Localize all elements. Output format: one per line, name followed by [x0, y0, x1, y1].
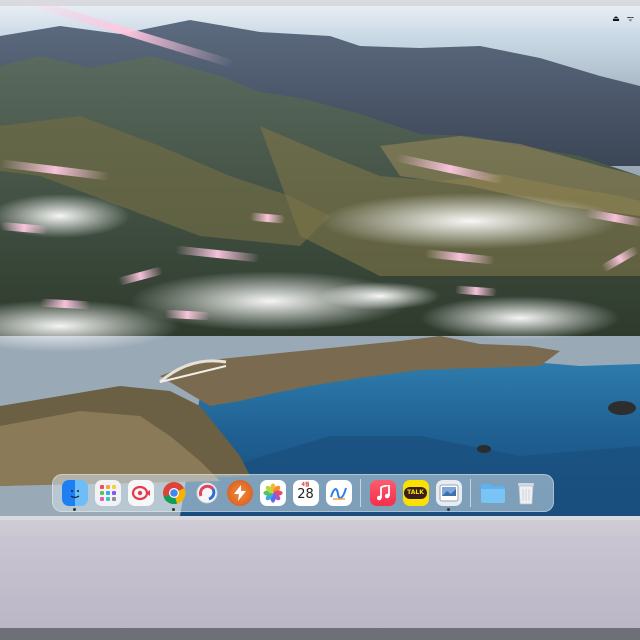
- dock-separator: [360, 479, 361, 507]
- kakaotalk-label: TALK: [404, 487, 427, 499]
- cleanmymac-icon[interactable]: [194, 480, 220, 506]
- trash-icon[interactable]: [513, 480, 539, 506]
- finder-icon[interactable]: [61, 480, 88, 511]
- desktop-screen: ⏏ ᯤ: [0, 6, 640, 516]
- desk-surface: [0, 628, 640, 640]
- photos-icon[interactable]: [259, 480, 286, 506]
- menu-bar: ⏏ ᯤ: [598, 12, 634, 24]
- running-indicator: [447, 508, 450, 511]
- dock: 4월 28 TALK: [52, 474, 554, 512]
- freeform-icon[interactable]: [325, 480, 352, 506]
- wallpaper: [0, 20, 640, 516]
- kakaotalk-icon[interactable]: TALK: [402, 480, 429, 506]
- running-indicator: [73, 508, 76, 511]
- running-indicator: [172, 508, 175, 511]
- photo-frame: ⏏ ᯤ 4월 28 TALK: [0, 0, 640, 640]
- calendar-day: 28: [297, 487, 314, 502]
- monitor-chin-reflection: [0, 536, 640, 628]
- calendar-icon[interactable]: 4월 28: [292, 480, 319, 506]
- wifi-icon[interactable]: ᯤ: [627, 13, 634, 24]
- dock-separator: [470, 479, 471, 507]
- spark-icon[interactable]: [226, 480, 253, 506]
- chrome-icon[interactable]: [161, 480, 187, 511]
- launchpad-icon[interactable]: [94, 480, 121, 506]
- preview-icon[interactable]: [435, 480, 462, 511]
- downloads-folder-icon[interactable]: [480, 480, 506, 506]
- eject-icon[interactable]: ⏏: [612, 14, 620, 23]
- music-icon[interactable]: [369, 480, 396, 506]
- pinpoint-icon[interactable]: [127, 480, 154, 506]
